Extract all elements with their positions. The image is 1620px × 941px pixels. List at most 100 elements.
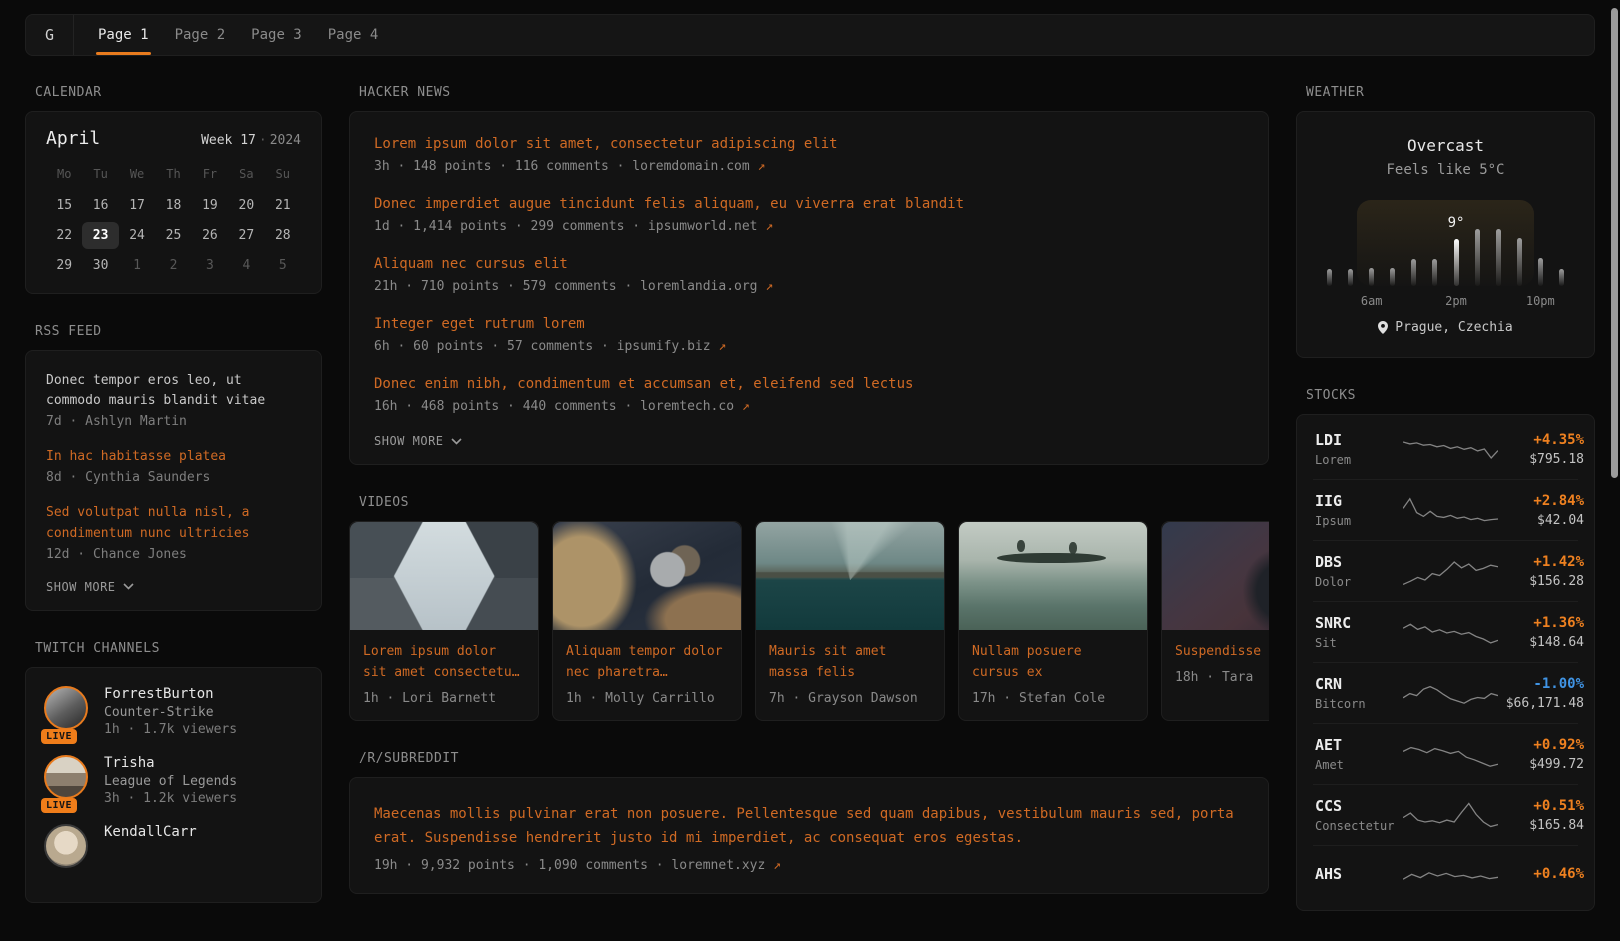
stock-change: +4.35% [1498,432,1584,448]
subreddit-card: Maecenas mollis pulvinar erat non posuer… [349,777,1269,894]
weather-bar-column: 10pm [1530,200,1551,286]
stock-ticker[interactable]: CRN [1315,675,1403,693]
external-link-icon[interactable]: ↗ [718,339,726,354]
twitch-channel-name[interactable]: KendallCarr [104,824,197,840]
stock-row[interactable]: DBS Dolor +1.42% $156.28 [1313,540,1578,601]
hn-post-title[interactable]: Donec enim nibh, condimentum et accumsan… [374,374,1244,395]
videos-section: VIDEOS Lorem ipsum dolor sit amet consec… [349,495,1269,721]
weather-bar [1411,259,1416,286]
video-card[interactable]: Nullam posuere cursus ex 17h · Stefan Co… [958,521,1148,721]
stock-ticker[interactable]: CCS [1315,797,1403,815]
stock-row[interactable]: CRN Bitcorn -1.00% $66,171.48 [1313,662,1578,723]
subreddit-section-title: /R/SUBREDDIT [359,751,1269,766]
stock-row[interactable]: AET Amet +0.92% $499.72 [1313,723,1578,784]
calendar-grid: MoTuWeThFrSaSu 1516171819202122232425262… [46,163,301,279]
external-link-icon[interactable]: ↗ [765,219,773,234]
nav-tab[interactable]: Page 4 [328,15,379,55]
stock-name: Amet [1315,758,1403,772]
weather-bar [1432,259,1437,286]
video-thumbnail[interactable] [350,522,538,630]
twitch-channel-row[interactable]: LIVE Trisha League of Legends 3h · 1.2k … [44,755,303,806]
external-link-icon[interactable]: ↗ [758,159,766,174]
live-badge: LIVE [41,729,77,744]
video-card[interactable]: Suspendisse diam 18h · Tara [1161,521,1269,721]
hn-post-title[interactable]: Donec imperdiet augue tincidunt felis al… [374,194,1244,215]
external-link-icon[interactable]: ↗ [742,399,750,414]
weather-bar [1538,258,1543,286]
calendar-day: 15 [46,192,82,219]
stocks-section-title: STOCKS [1306,388,1595,403]
hackernews-section-title: HACKER NEWS [359,85,1269,100]
stock-change: +0.92% [1498,737,1584,753]
rss-item-title[interactable]: Sed volutpat nulla nisl, a condimentum n… [46,503,301,543]
video-title[interactable]: Aliquam tempor dolor nec pharetra… [566,642,728,684]
scrollbar-thumb[interactable] [1611,8,1618,478]
weather-bar [1454,239,1459,286]
video-thumbnail[interactable] [553,522,741,630]
stock-id: IIG Ipsum [1315,492,1403,528]
stock-values: +1.36% $148.64 [1498,615,1584,650]
external-link-icon[interactable]: ↗ [773,858,781,873]
stock-name: Dolor [1315,575,1403,589]
twitch-card: LIVE ForrestBurton Counter-Strike 1h · 1… [25,667,322,903]
avatar [44,755,88,799]
stock-row[interactable]: SNRC Sit +1.36% $148.64 [1313,601,1578,662]
video-title[interactable]: Mauris sit amet massa felis [769,642,931,684]
video-card[interactable]: Mauris sit amet massa felis 7h · Grayson… [755,521,945,721]
video-thumbnail[interactable] [959,522,1147,630]
external-link-icon[interactable]: ↗ [765,279,773,294]
nav-tab[interactable]: Page 3 [251,15,302,55]
video-card[interactable]: Aliquam tempor dolor nec pharetra… 1h · … [552,521,742,721]
stock-ticker[interactable]: AET [1315,736,1403,754]
twitch-channel-name[interactable]: ForrestBurton [104,686,237,702]
stock-change: +1.36% [1498,615,1584,631]
rss-item-meta: 7d · Ashlyn Martin [46,414,301,429]
app-logo[interactable]: G [26,15,74,55]
stock-row[interactable]: LDI Lorem +4.35% $795.18 [1313,419,1578,479]
weather-current-temp: 9° [1448,215,1465,231]
rss-item: Sed volutpat nulla nisl, a condimentum n… [46,503,301,561]
calendar-day-header: Mo [46,163,82,189]
stock-ticker[interactable]: IIG [1315,492,1403,510]
avatar [44,824,88,868]
calendar-week-year: Week 17·2024 [201,133,301,148]
hn-show-more-button[interactable]: SHOW MORE [374,434,1244,448]
video-card[interactable]: Lorem ipsum dolor sit amet consectetu… 1… [349,521,539,721]
subreddit-post-meta: 19h · 9,932 points · 1,090 comments · lo… [374,858,1244,873]
stock-ticker[interactable]: DBS [1315,553,1403,571]
video-thumbnail[interactable] [756,522,944,630]
stock-row[interactable]: IIG Ipsum +2.84% $42.04 [1313,479,1578,540]
stock-sparkline [1403,796,1498,834]
rss-show-more-button[interactable]: SHOW MORE [46,580,301,594]
weather-bar [1517,238,1522,286]
hn-post: Donec enim nibh, condimentum et accumsan… [374,374,1244,414]
video-thumbnail[interactable] [1162,522,1269,630]
stock-ticker[interactable]: SNRC [1315,614,1403,632]
weather-bar-column [1467,200,1488,286]
video-title[interactable]: Suspendisse diam [1175,642,1269,663]
nav-tab[interactable]: Page 1 [98,15,149,55]
weather-card: Overcast Feels like 5°C [1296,111,1595,358]
stock-ticker[interactable]: AHS [1315,865,1403,883]
rss-item-title[interactable]: In hac habitasse platea [46,447,301,467]
hn-post: Integer eget rutrum lorem 6h · 60 points… [374,314,1244,354]
rss-item-title[interactable]: Donec tempor eros leo, ut commodo mauris… [46,371,301,411]
hn-post-title[interactable]: Lorem ipsum dolor sit amet, consectetur … [374,134,1244,155]
subreddit-post-title[interactable]: Maecenas mollis pulvinar erat non posuer… [374,802,1244,851]
video-title[interactable]: Nullam posuere cursus ex [972,642,1134,684]
twitch-channel-row[interactable]: LIVE KendallCarr [44,824,303,868]
twitch-channel-name[interactable]: Trisha [104,755,237,771]
video-title[interactable]: Lorem ipsum dolor sit amet consectetu… [363,642,525,684]
stock-row[interactable]: AHS +0.46% [1313,845,1578,906]
twitch-channel-row[interactable]: LIVE ForrestBurton Counter-Strike 1h · 1… [44,686,303,737]
stock-ticker[interactable]: LDI [1315,431,1403,449]
stock-change: +0.51% [1498,798,1584,814]
stock-price: $499.72 [1498,757,1584,772]
hn-post-title[interactable]: Aliquam nec cursus elit [374,254,1244,275]
nav-tab[interactable]: Page 2 [175,15,226,55]
left-column: CALENDAR April Week 17·2024 MoTuWeThFrSa… [25,85,322,941]
calendar-day: 27 [228,222,264,249]
stock-values: +4.35% $795.18 [1498,432,1584,467]
hn-post-title[interactable]: Integer eget rutrum lorem [374,314,1244,335]
stock-row[interactable]: CCS Consectetur +0.51% $165.84 [1313,784,1578,845]
